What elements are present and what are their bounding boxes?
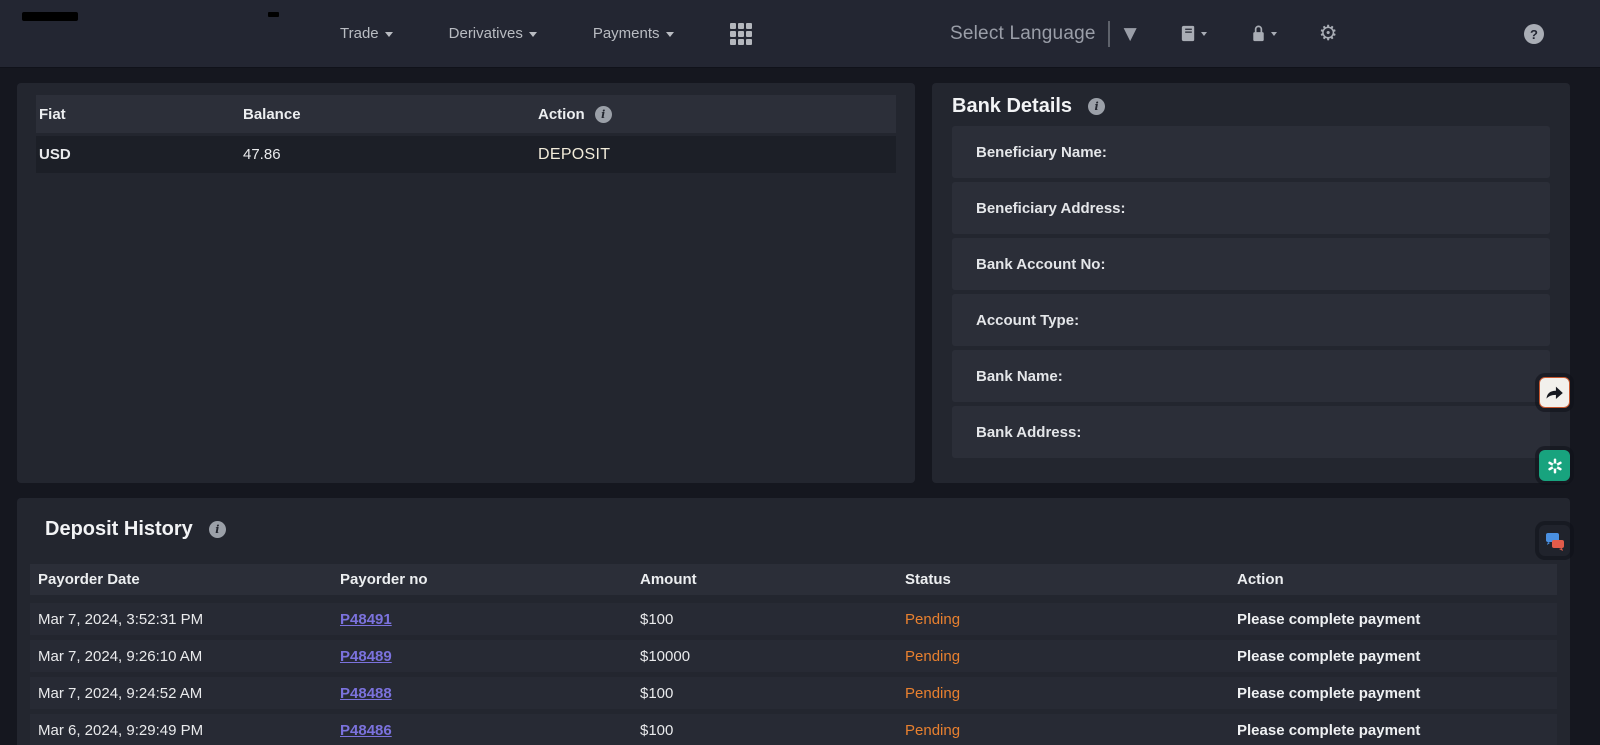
- book-icon: [1179, 24, 1198, 43]
- chevron-down-icon: [1271, 32, 1277, 36]
- fiat-row-usd: USD 47.86 DEPOSIT: [36, 136, 896, 173]
- table-row: Mar 7, 2024, 9:26:10 AM P48489 $10000 Pe…: [30, 640, 1557, 672]
- bank-details-title: Bank Details: [952, 95, 1072, 118]
- table-row: Mar 6, 2024, 9:29:49 PM P48486 $100 Pend…: [30, 714, 1557, 745]
- status-badge: Pending: [905, 648, 1237, 665]
- apps-grid-icon[interactable]: [730, 23, 752, 45]
- info-icon[interactable]: i: [209, 521, 226, 538]
- history-table-header: Payorder Date Payorder no Amount Status …: [30, 564, 1557, 595]
- main-content: Fiat Balance Action i USD 47.86 DEPOSIT …: [0, 68, 1600, 745]
- payorder-link[interactable]: P48486: [340, 722, 392, 739]
- chevron-down-icon: [529, 32, 537, 37]
- chevron-down-icon: [666, 32, 674, 37]
- openai-logo-icon: [1545, 456, 1565, 476]
- curved-arrow-icon: [1544, 382, 1566, 404]
- field-beneficiary-name: Beneficiary Name:: [952, 126, 1550, 178]
- field-bank-address: Bank Address:: [952, 406, 1550, 458]
- orders-book-icon[interactable]: [1179, 24, 1207, 43]
- field-bank-account-no: Bank Account No:: [952, 238, 1550, 290]
- col-action: Action: [1237, 571, 1557, 588]
- col-action: Action: [538, 106, 585, 123]
- info-icon[interactable]: i: [1088, 98, 1105, 115]
- deposit-button[interactable]: DEPOSIT: [538, 146, 610, 163]
- action-text: Please complete payment: [1237, 611, 1557, 628]
- fiat-table-header: Fiat Balance Action i: [36, 95, 896, 133]
- menu-derivatives-label: Derivatives: [449, 25, 523, 42]
- help-icon[interactable]: ?: [1524, 24, 1544, 44]
- menu-derivatives[interactable]: Derivatives: [449, 25, 537, 42]
- payorder-date: Mar 7, 2024, 9:26:10 AM: [30, 648, 340, 665]
- menu-payments[interactable]: Payments: [593, 25, 674, 42]
- status-badge: Pending: [905, 722, 1237, 739]
- col-payorder-no: Payorder no: [340, 571, 640, 588]
- divider: [1108, 21, 1110, 47]
- settings-gear[interactable]: ⚙: [1319, 23, 1338, 44]
- logo-redacted: [22, 12, 78, 21]
- field-beneficiary-address: Beneficiary Address:: [952, 182, 1550, 234]
- language-selector[interactable]: Select Language: [950, 23, 1096, 45]
- amount: $10000: [640, 648, 905, 665]
- info-icon[interactable]: i: [595, 106, 612, 123]
- menu-trade[interactable]: Trade: [340, 25, 393, 42]
- deposit-history-panel: Deposit History i Payorder Date Payorder…: [17, 498, 1570, 745]
- menu-trade-label: Trade: [340, 25, 379, 42]
- action-text: Please complete payment: [1237, 685, 1557, 702]
- bank-details-panel: Bank Details i Beneficiary Name: Benefic…: [932, 83, 1570, 483]
- table-row: Mar 7, 2024, 3:52:31 PM P48491 $100 Pend…: [30, 603, 1557, 635]
- action-text: Please complete payment: [1237, 722, 1557, 739]
- menu-payments-label: Payments: [593, 25, 660, 42]
- col-amount: Amount: [640, 571, 905, 588]
- deposit-history-title: Deposit History: [45, 518, 193, 541]
- chat-bubbles-icon[interactable]: [1539, 525, 1570, 556]
- share-icon[interactable]: [1539, 377, 1570, 408]
- payorder-date: Mar 7, 2024, 3:52:31 PM: [30, 611, 340, 628]
- payorder-date: Mar 6, 2024, 9:29:49 PM: [30, 722, 340, 739]
- action-text: Please complete payment: [1237, 648, 1557, 665]
- status-badge: Pending: [905, 611, 1237, 628]
- status-badge: Pending: [905, 685, 1237, 702]
- chevron-down-icon: [385, 32, 393, 37]
- col-payorder-date: Payorder Date: [30, 571, 340, 588]
- language-dropdown-icon[interactable]: ▼: [1124, 24, 1137, 44]
- gear-icon: ⚙: [1319, 23, 1338, 44]
- dual-chat-bubbles: [1543, 529, 1567, 553]
- amount: $100: [640, 722, 905, 739]
- top-navigation: Trade Derivatives Payments Select Langua…: [0, 0, 1600, 68]
- lock-icon: [1249, 24, 1268, 43]
- fiat-balance: 47.86: [240, 146, 535, 163]
- wallet-lock-icon[interactable]: [1249, 24, 1277, 43]
- field-bank-name: Bank Name:: [952, 350, 1550, 402]
- logo-redacted-small: [268, 12, 279, 17]
- amount: $100: [640, 611, 905, 628]
- chevron-down-icon: [1201, 32, 1207, 36]
- amount: $100: [640, 685, 905, 702]
- payorder-date: Mar 7, 2024, 9:24:52 AM: [30, 685, 340, 702]
- chatgpt-icon[interactable]: [1539, 450, 1570, 481]
- main-menu: Trade Derivatives Payments: [340, 0, 752, 67]
- col-status: Status: [905, 571, 1237, 588]
- field-account-type: Account Type:: [952, 294, 1550, 346]
- col-fiat: Fiat: [36, 106, 240, 123]
- payorder-link[interactable]: P48488: [340, 685, 392, 702]
- table-row: Mar 7, 2024, 9:24:52 AM P48488 $100 Pend…: [30, 677, 1557, 709]
- fiat-currency: USD: [36, 146, 240, 163]
- payorder-link[interactable]: P48489: [340, 648, 392, 665]
- payorder-link[interactable]: P48491: [340, 611, 392, 628]
- nav-right-group: Select Language ▼ ⚙: [950, 0, 1338, 67]
- fiat-balance-panel: Fiat Balance Action i USD 47.86 DEPOSIT: [17, 83, 915, 483]
- col-balance: Balance: [240, 106, 535, 123]
